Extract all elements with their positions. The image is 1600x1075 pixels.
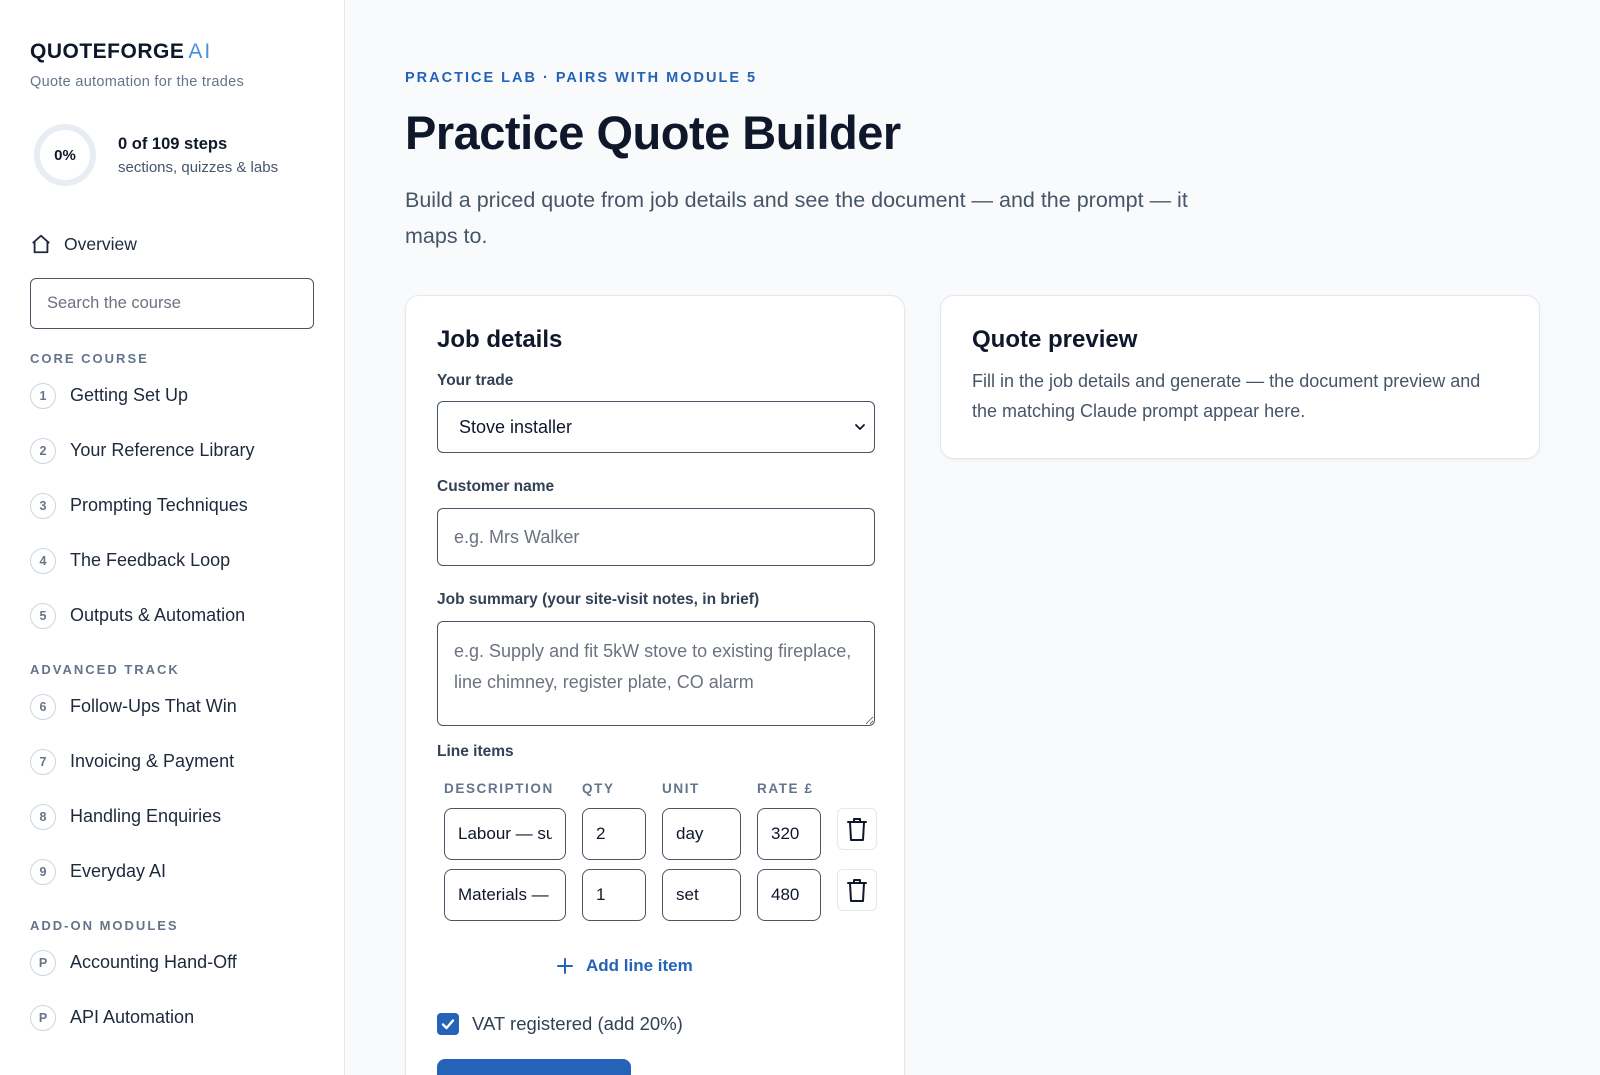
nav-item-label: Handling Enquiries [70, 806, 222, 826]
vat-checkbox[interactable] [437, 1013, 459, 1035]
nav-overview-label: Overview [64, 233, 137, 254]
delete-line-item-button[interactable] [837, 869, 877, 911]
nav-item-module-6[interactable]: 6 Follow-Ups That Win [30, 679, 314, 734]
line-item-unit-input[interactable] [662, 869, 741, 921]
trade-select[interactable]: Stove installer [437, 401, 875, 453]
nav-overview[interactable]: Overview [30, 230, 314, 258]
page-title: Practice Quote Builder [405, 106, 901, 159]
nav-item-label: Getting Set Up [70, 385, 189, 405]
module-number: 9 [30, 858, 56, 885]
progress-title: 0 of 109 steps [118, 134, 228, 153]
nav-section-advanced: ADVANCED TRACK 6 Follow-Ups That Win 7 I… [30, 662, 314, 899]
job-details-title: Job details [437, 326, 563, 353]
line-items-label: Line items [437, 743, 514, 760]
module-number: 8 [30, 803, 56, 830]
page-eyebrow: PRACTICE LAB · PAIRS WITH MODULE 5 [405, 70, 758, 86]
vat-label: VAT registered (add 20%) [472, 1013, 683, 1034]
progress-ring: 0% [34, 124, 96, 186]
job-summary-textarea[interactable] [437, 621, 875, 726]
nav-item-module-1[interactable]: 1 Getting Set Up [30, 368, 314, 423]
nav-item-module-8[interactable]: 8 Handling Enquiries [30, 789, 314, 844]
sidebar: QUOTEFORGE AI Quote automation for the tr… [0, 0, 345, 1075]
customer-name-input[interactable] [437, 508, 875, 566]
nav-item-label: Invoicing & Payment [70, 751, 235, 771]
module-number: 1 [30, 382, 56, 409]
quote-preview-card: Quote preview Fill in the job details an… [940, 295, 1540, 459]
nav-item-module-5[interactable]: 5 Outputs & Automation [30, 588, 314, 643]
section-label-addons: ADD-ON MODULES [30, 918, 179, 933]
line-item-rate-input[interactable] [757, 808, 821, 860]
module-number: 7 [30, 748, 56, 775]
line-item-unit-input[interactable] [662, 808, 741, 860]
module-number: 4 [30, 547, 56, 574]
vat-option: VAT registered (add 20%) [437, 1013, 683, 1035]
module-number: P [30, 1004, 56, 1031]
brand-tagline: Quote automation for the trades [30, 74, 245, 90]
module-number: 5 [30, 602, 56, 629]
nav-item-label: The Feedback Loop [70, 550, 231, 570]
line-item-description-input[interactable] [444, 808, 566, 860]
trade-label: Your trade [437, 372, 514, 389]
nav-item-label: Everyday AI [70, 861, 167, 881]
nav-item-label: API Automation [70, 1007, 195, 1027]
column-header-description: DESCRIPTION [444, 781, 554, 796]
quote-preview-placeholder: Fill in the job details and generate — t… [972, 371, 1481, 421]
course-progress: 0% 0 of 109 steps sections, quizzes & la… [30, 124, 314, 186]
section-label-core: CORE COURSE [30, 351, 149, 366]
home-icon [32, 234, 50, 254]
trash-icon [847, 879, 867, 902]
brand-suffix: AI [188, 40, 213, 63]
customer-name-label: Customer name [437, 478, 555, 495]
nav-item-api-automation[interactable]: P API Automation [30, 990, 314, 1045]
module-number: 3 [30, 492, 56, 519]
progress-subtitle: sections, quizzes & labs [118, 158, 279, 176]
nav-section-core: CORE COURSE 1 Getting Set Up 2 Your Refe… [30, 351, 314, 643]
line-item-description-input[interactable] [444, 869, 566, 921]
page-description: Build a priced quote from job details an… [405, 188, 1188, 248]
line-item-qty-input[interactable] [582, 869, 646, 921]
column-header-rate: RATE £ [757, 781, 814, 796]
quote-preview-title: Quote preview [972, 326, 1138, 353]
section-label-advanced: ADVANCED TRACK [30, 662, 180, 677]
nav-item-label: Your Reference Library [70, 440, 255, 460]
job-summary-label: Job summary (your site-visit notes, in b… [437, 591, 760, 608]
add-line-item-button[interactable]: Add line item [556, 956, 693, 976]
module-number: P [30, 949, 56, 976]
nav-item-module-2[interactable]: 2 Your Reference Library [30, 423, 314, 478]
brand-logo: QUOTEFORGE AI [30, 40, 314, 64]
nav-item-module-3[interactable]: 3 Prompting Techniques [30, 478, 314, 533]
column-header-unit: UNIT [662, 781, 700, 796]
column-header-qty: QTY [582, 781, 615, 796]
course-search-input[interactable] [30, 278, 314, 329]
check-icon [441, 1019, 455, 1030]
nav-item-label: Accounting Hand-Off [70, 952, 237, 972]
add-line-item-label: Add line item [586, 956, 693, 975]
nav-item-module-7[interactable]: 7 Invoicing & Payment [30, 734, 314, 789]
nav-item-module-9[interactable]: 9 Everyday AI [30, 844, 314, 899]
generate-quote-button[interactable] [437, 1059, 631, 1075]
line-item-qty-input[interactable] [582, 808, 646, 860]
progress-percent: 0% [54, 146, 76, 164]
nav-item-module-4[interactable]: 4 The Feedback Loop [30, 533, 314, 588]
brand-name: QUOTEFORGE [30, 40, 185, 63]
module-number: 2 [30, 437, 56, 464]
nav-item-label: Follow-Ups That Win [70, 696, 237, 716]
job-details-card: Job details Your trade Stove installer C… [405, 295, 905, 1075]
nav-section-addons: ADD-ON MODULES P Accounting Hand-Off P A… [30, 918, 314, 1045]
line-item-rate-input[interactable] [757, 869, 821, 921]
nav-item-accounting-hand-off[interactable]: P Accounting Hand-Off [30, 935, 314, 990]
delete-line-item-button[interactable] [837, 808, 877, 850]
chevron-down-icon [855, 424, 865, 430]
trade-select-value: Stove installer [459, 416, 573, 437]
trash-icon [847, 818, 867, 841]
plus-icon [557, 958, 573, 974]
module-number: 6 [30, 693, 56, 720]
nav-item-label: Outputs & Automation [70, 605, 246, 625]
nav-item-label: Prompting Techniques [70, 495, 248, 515]
